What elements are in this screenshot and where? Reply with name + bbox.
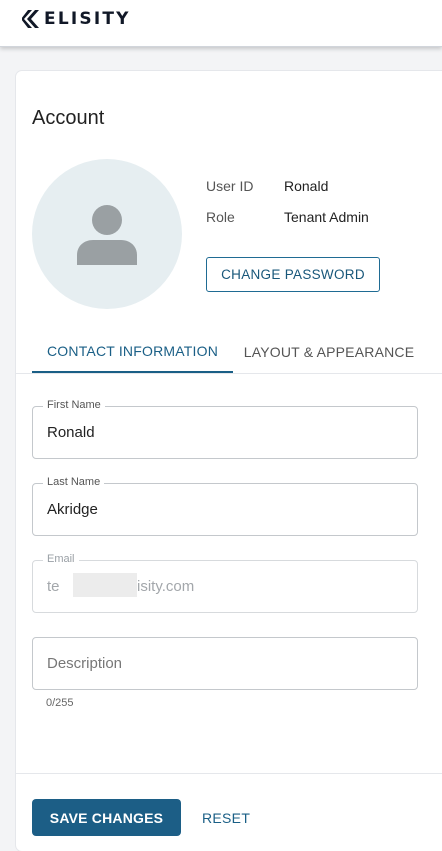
first-name-value[interactable]: Ronald — [47, 424, 95, 441]
footer-divider — [16, 773, 442, 774]
change-password-button[interactable]: CHANGE PASSWORD — [206, 257, 380, 292]
tab-layout-appearance[interactable]: LAYOUT & APPEARANCE — [238, 331, 420, 373]
email-value-prefix: te — [47, 578, 60, 595]
account-card: Account User ID Ronald Role Tenant Admin… — [16, 71, 442, 851]
email-value-suffix: isity.com — [137, 578, 195, 595]
last-name-field[interactable]: Last Name Akridge — [32, 476, 418, 536]
user-id-label: User ID — [206, 178, 254, 194]
reset-button[interactable]: RESET — [202, 799, 250, 836]
description-placeholder: Description — [47, 655, 123, 672]
tab-bar: CONTACT INFORMATION LAYOUT & APPEARANCE — [16, 331, 442, 374]
first-name-label: First Name — [43, 399, 105, 411]
email-label: Email — [43, 553, 79, 565]
page-title: Account — [32, 107, 105, 129]
last-name-value[interactable]: Akridge — [47, 501, 98, 518]
description-field[interactable]: Description — [32, 637, 418, 690]
description-char-counter: 0/255 — [46, 697, 74, 709]
avatar — [32, 159, 182, 309]
user-id-value: Ronald — [284, 178, 329, 194]
elisity-logo-icon — [22, 8, 40, 30]
top-bar: ELISITY — [0, 0, 442, 47]
email-redaction — [73, 573, 137, 597]
role-value: Tenant Admin — [284, 209, 369, 225]
brand-logo[interactable]: ELISITY — [22, 8, 131, 30]
last-name-label: Last Name — [43, 476, 105, 488]
tab-contact-information[interactable]: CONTACT INFORMATION — [32, 331, 233, 373]
brand-name: ELISITY — [44, 9, 131, 29]
email-field: Email te isity.com — [32, 553, 418, 613]
save-changes-button[interactable]: SAVE CHANGES — [32, 799, 181, 836]
first-name-field[interactable]: First Name Ronald — [32, 399, 418, 459]
role-label: Role — [206, 209, 235, 225]
